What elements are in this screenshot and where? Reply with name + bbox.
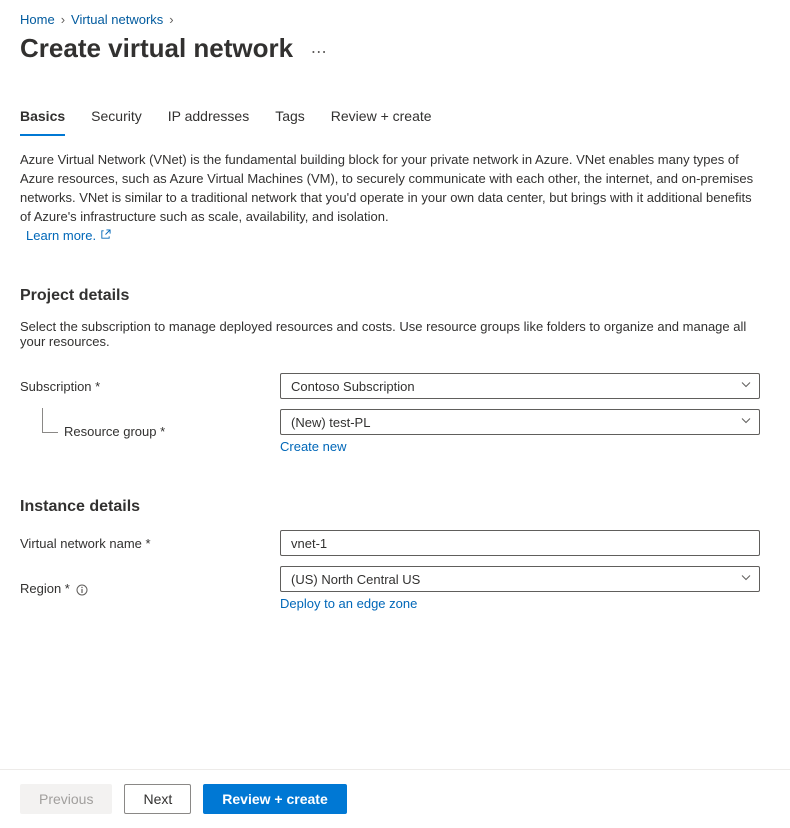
tab-ip-addresses[interactable]: IP addresses	[168, 102, 249, 136]
vnet-name-input[interactable]: vnet-1	[280, 530, 760, 556]
tab-basics[interactable]: Basics	[20, 102, 65, 136]
external-link-icon	[100, 228, 111, 243]
intro-text: Azure Virtual Network (VNet) is the fund…	[20, 151, 760, 226]
subscription-value: Contoso Subscription	[291, 379, 415, 394]
breadcrumb: Home › Virtual networks ›	[20, 12, 770, 27]
chevron-right-icon: ›	[61, 12, 65, 27]
project-details-heading: Project details	[20, 287, 770, 305]
resource-group-select[interactable]: (New) test-PL	[280, 409, 760, 435]
page-title: Create virtual network	[20, 33, 293, 64]
resource-group-label: Resource group *	[20, 424, 280, 439]
breadcrumb-virtual-networks[interactable]: Virtual networks	[71, 12, 163, 27]
region-label: Region *	[20, 581, 280, 596]
tab-tags[interactable]: Tags	[275, 102, 305, 136]
learn-more-link[interactable]: Learn more.	[26, 228, 111, 243]
info-icon[interactable]	[76, 584, 88, 596]
create-new-link[interactable]: Create new	[280, 439, 346, 454]
breadcrumb-home[interactable]: Home	[20, 12, 55, 27]
chevron-right-icon: ›	[169, 12, 173, 27]
tab-review-create[interactable]: Review + create	[331, 102, 432, 136]
review-create-button[interactable]: Review + create	[203, 784, 346, 814]
deploy-edge-zone-link[interactable]: Deploy to an edge zone	[280, 596, 417, 611]
region-select[interactable]: (US) North Central US	[280, 566, 760, 592]
tabs: Basics Security IP addresses Tags Review…	[20, 102, 770, 137]
next-button[interactable]: Next	[124, 784, 191, 814]
learn-more-label: Learn more.	[26, 228, 96, 243]
vnet-name-label: Virtual network name *	[20, 536, 280, 551]
vnet-name-value: vnet-1	[291, 536, 327, 551]
tab-security[interactable]: Security	[91, 102, 142, 136]
project-details-desc: Select the subscription to manage deploy…	[20, 319, 760, 349]
instance-details-heading: Instance details	[20, 498, 770, 516]
subscription-select[interactable]: Contoso Subscription	[280, 373, 760, 399]
footer: Previous Next Review + create	[0, 769, 790, 828]
region-label-text: Region *	[20, 581, 70, 596]
subscription-label: Subscription *	[20, 379, 280, 394]
more-menu-icon[interactable]: ⋯	[311, 44, 329, 61]
previous-button: Previous	[20, 784, 112, 814]
resource-group-value: (New) test-PL	[291, 415, 370, 430]
region-value: (US) North Central US	[291, 572, 420, 587]
